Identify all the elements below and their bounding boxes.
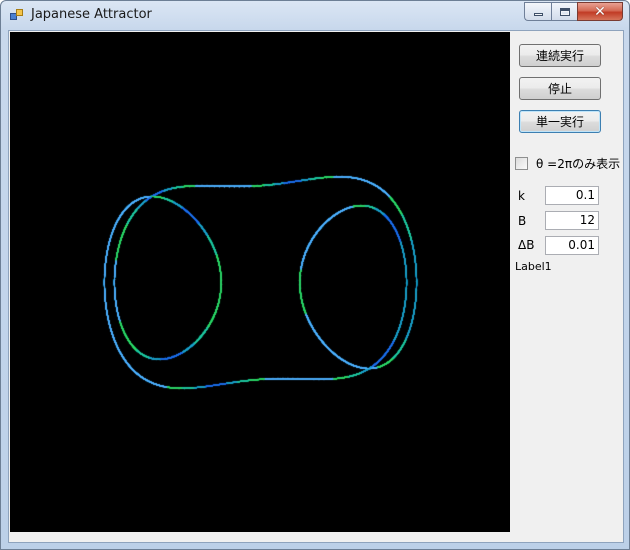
app-icon [10, 9, 24, 21]
window-title: Japanese Attractor [31, 7, 152, 22]
close-button[interactable]: ✕ [577, 2, 623, 21]
title-bar[interactable]: Japanese Attractor ✕ [1, 1, 629, 29]
single-run-button[interactable]: 単一実行 [519, 110, 601, 133]
k-label: k [518, 189, 525, 203]
status-label: Label1 [515, 260, 552, 273]
b-input[interactable]: 12 [545, 211, 599, 230]
k-input[interactable]: 0.1 [545, 186, 599, 205]
minimize-button[interactable] [524, 2, 551, 21]
delta-b-input[interactable]: 0.01 [545, 236, 599, 255]
delta-b-label: ΔB [518, 238, 535, 252]
close-icon: ✕ [594, 3, 606, 20]
theta-checkbox[interactable] [515, 156, 528, 170]
client-area: 連続実行 停止 単一実行 θ =2πのみ表示 k 0.1 B 12 ΔB 0.0… [8, 30, 624, 543]
continuous-run-button[interactable]: 連続実行 [519, 44, 601, 67]
maximize-icon [559, 7, 570, 16]
theta-option[interactable]: θ =2πのみ表示 [515, 155, 620, 171]
attractor-plot [10, 32, 510, 532]
attractor-canvas [10, 32, 510, 532]
stop-button[interactable]: 停止 [519, 77, 601, 100]
minimize-icon [533, 13, 543, 16]
theta-checkbox-label: θ =2πのみ表示 [536, 156, 621, 171]
b-label: B [518, 214, 527, 228]
maximize-button[interactable] [551, 2, 577, 21]
caption-buttons: ✕ [524, 2, 623, 21]
app-window: Japanese Attractor ✕ 連続実行 停止 単一実行 θ =2πの… [0, 0, 630, 550]
